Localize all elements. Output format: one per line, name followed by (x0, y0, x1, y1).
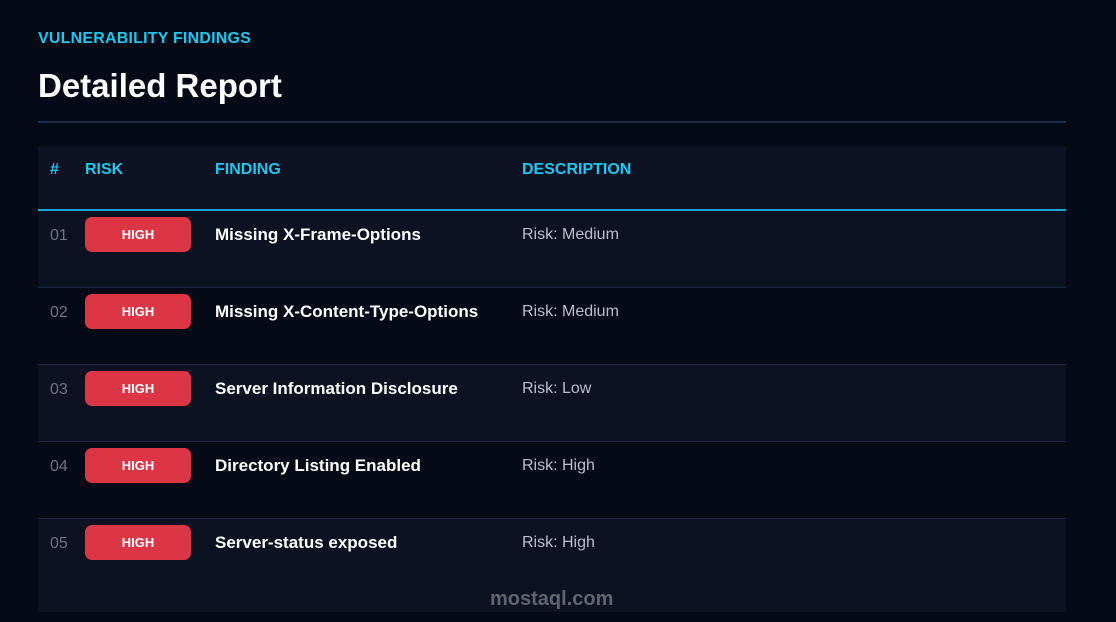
findings-table: # RISK FINDING DESCRIPTION 01 HIGH Missi… (38, 146, 1066, 596)
column-header-number: # (50, 161, 59, 178)
header-divider (38, 121, 1066, 123)
finding-title: Server-status exposed (215, 533, 398, 552)
table-row: 01 HIGH Missing X-Frame-Options Risk: Me… (38, 211, 1066, 288)
row-number: 04 (50, 458, 68, 475)
table-row: 05 HIGH Server-status exposed Risk: High (38, 519, 1066, 596)
finding-description: Risk: Low (522, 380, 592, 397)
finding-title: Server Information Disclosure (215, 379, 458, 398)
risk-badge: HIGH (85, 294, 191, 329)
section-eyebrow: VULNERABILITY FINDINGS (38, 30, 252, 47)
table-row: 03 HIGH Server Information Disclosure Ri… (38, 365, 1066, 442)
column-header-description: DESCRIPTION (522, 161, 632, 178)
finding-description: Risk: Medium (522, 303, 619, 320)
table-row: 04 HIGH Directory Listing Enabled Risk: … (38, 442, 1066, 519)
watermark: mostaql.com (490, 588, 614, 610)
row-number: 03 (50, 381, 68, 398)
finding-description: Risk: High (522, 534, 595, 551)
finding-description: Risk: High (522, 457, 595, 474)
finding-description: Risk: Medium (522, 226, 619, 243)
risk-badge: HIGH (85, 217, 191, 252)
finding-title: Missing X-Content-Type-Options (215, 302, 479, 321)
row-number: 02 (50, 304, 68, 321)
column-header-risk: RISK (85, 161, 124, 178)
risk-badge: HIGH (85, 371, 191, 406)
table-header: # RISK FINDING DESCRIPTION (38, 146, 1066, 211)
finding-title: Missing X-Frame-Options (215, 225, 421, 244)
row-number: 05 (50, 535, 68, 552)
risk-badge: HIGH (85, 448, 191, 483)
row-number: 01 (50, 227, 68, 244)
report-page: VULNERABILITY FINDINGS Detailed Report #… (0, 0, 1116, 622)
table-row: 02 HIGH Missing X-Content-Type-Options R… (38, 288, 1066, 365)
finding-title: Directory Listing Enabled (215, 456, 421, 475)
column-header-finding: FINDING (215, 161, 281, 178)
risk-badge: HIGH (85, 525, 191, 560)
page-title: Detailed Report (38, 67, 282, 104)
